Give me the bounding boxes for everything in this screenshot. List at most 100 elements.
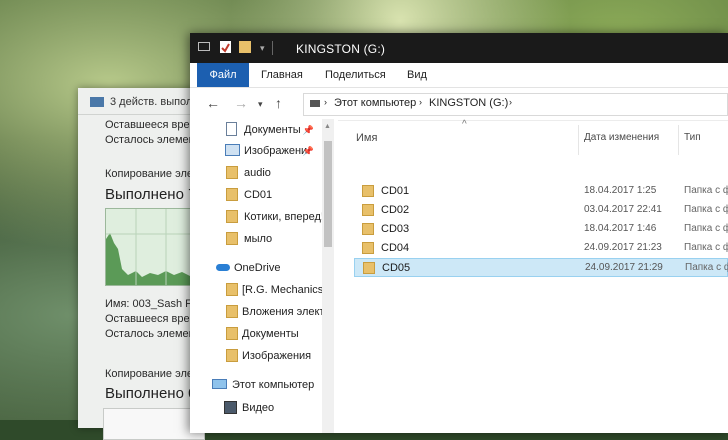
nav-item-label: [R.G. Mechanics (242, 284, 324, 296)
nav-item-label: мыло (244, 233, 273, 245)
folder-icon (226, 166, 238, 179)
nav-item-label: audio (244, 167, 271, 179)
transfer-speed-graph (105, 208, 197, 286)
nav-item-label: Изображени (244, 145, 308, 157)
breadcrumb-drive[interactable]: KINGSTON (G:) (429, 97, 508, 109)
nav-item-label: Документы (244, 124, 301, 136)
file-row-cd04[interactable]: CD04 24.09.2017 21:23 Папка с ф (354, 239, 728, 258)
file-date: 24.09.2017 21:29 (585, 262, 663, 273)
scrollbar-thumb[interactable] (324, 141, 332, 247)
file-name: CD02 (381, 204, 410, 216)
nav-item-onedrive-pictures[interactable]: Изображения (190, 345, 338, 367)
column-date-modified[interactable]: Дата изменения (584, 132, 659, 143)
breadcrumb-separator: › (324, 97, 327, 107)
file-name: CD04 (381, 242, 410, 254)
nav-item-label: Видео (242, 402, 275, 414)
properties-icon[interactable] (220, 41, 231, 53)
nav-item-label: OneDrive (234, 262, 281, 274)
new-folder-icon[interactable] (239, 41, 251, 53)
recent-locations-chevron-icon[interactable]: ▾ (258, 99, 263, 110)
column-separator[interactable] (578, 125, 579, 155)
cloud-icon (216, 264, 230, 271)
sort-ascending-icon: ^ (462, 119, 467, 130)
folder-icon (362, 223, 374, 235)
file-row-cd03[interactable]: CD03 18.04.2017 1:46 Папка с ф (354, 220, 728, 239)
tab-home[interactable]: Главная (261, 63, 303, 87)
file-list-pane: Имя ^ Дата изменения Тип CD01 18.04.2017… (340, 119, 728, 433)
nav-item-label: Изображения (242, 350, 312, 362)
tab-view[interactable]: Вид (407, 63, 427, 87)
drive-icon (310, 100, 320, 107)
computer-icon (212, 379, 227, 389)
folder-icon (226, 305, 238, 318)
folder-icon (226, 210, 238, 223)
nav-item-audio[interactable]: audio (190, 162, 338, 184)
folder-icon (226, 283, 238, 296)
customize-dropdown-icon[interactable]: ▾ (260, 43, 265, 54)
address-toolbar: ← → ▾ ↑ › Этот компьютер › KINGSTON (G:)… (190, 88, 728, 121)
window-icon (198, 42, 210, 51)
file-date: 03.04.2017 22:41 (584, 204, 662, 215)
column-headers: Имя ^ Дата изменения Тип (340, 119, 728, 159)
column-name[interactable]: Имя (356, 132, 377, 144)
nav-item-onedrive[interactable]: OneDrive (190, 257, 338, 279)
copy-section-title-2: Копирование эле (105, 368, 193, 380)
copy-section-title: Копирование эле (105, 168, 193, 180)
pin-icon[interactable]: 📌 (303, 146, 314, 157)
breadcrumb-separator-2: › (419, 97, 422, 107)
address-bar[interactable]: › Этот компьютер › KINGSTON (G:) › (303, 93, 728, 116)
remaining-time-label-2: Оставшееся врем (105, 313, 198, 325)
window-title: KINGSTON (G:) (296, 42, 386, 56)
nav-item-pictures[interactable]: Изображени 📌 (190, 140, 338, 162)
tab-file[interactable]: Файл (197, 63, 249, 87)
nav-item-this-pc[interactable]: Этот компьютер (190, 374, 338, 396)
scroll-up-arrow-icon[interactable]: ▲ (324, 123, 331, 130)
title-bar: ▾ KINGSTON (G:) (190, 33, 728, 63)
video-icon (224, 401, 237, 414)
nav-item-attachments[interactable]: Вложения элект (190, 301, 338, 323)
pin-icon[interactable]: 📌 (303, 125, 314, 136)
file-name-label: Имя: 003_Sash Fe (105, 298, 198, 310)
file-name: CD03 (381, 223, 410, 235)
nav-item-label: Этот компьютер (232, 379, 315, 391)
navigation-scrollbar[interactable]: ▲ (322, 119, 334, 433)
tab-share[interactable]: Поделиться (325, 63, 386, 87)
column-separator[interactable] (678, 125, 679, 155)
nav-item-videos[interactable]: Видео (190, 397, 338, 419)
nav-item-onedrive-documents[interactable]: Документы (190, 323, 338, 345)
file-row-cd05-selected[interactable]: CD05 24.09.2017 21:29 Папка с ф (354, 258, 728, 277)
nav-item-label: Котики, вперед! (244, 211, 324, 223)
breadcrumb-this-pc[interactable]: Этот компьютер (334, 97, 416, 109)
folder-icon (226, 232, 238, 245)
up-arrow-icon[interactable]: ↑ (275, 95, 282, 111)
breadcrumb-separator-3: › (509, 97, 512, 107)
nav-item-kotiki[interactable]: Котики, вперед! (190, 206, 338, 228)
file-row-cd01[interactable]: CD01 18.04.2017 1:25 Папка с ф (354, 182, 728, 201)
file-row-cd02[interactable]: CD02 03.04.2017 22:41 Папка с ф (354, 201, 728, 220)
forward-arrow-icon[interactable]: → (234, 95, 248, 111)
column-type[interactable]: Тип (684, 132, 701, 143)
folder-icon (362, 185, 374, 197)
remaining-items-label: Осталось элемен (105, 134, 195, 146)
back-arrow-icon[interactable]: ← (206, 95, 220, 111)
nav-item-label: CD01 (244, 189, 273, 201)
file-type: Папка с ф (684, 204, 728, 215)
nav-item-label: Документы (242, 328, 299, 340)
file-type: Папка с ф (684, 185, 728, 196)
progress-percent-text-2: Выполнено 0 (105, 385, 197, 402)
progress-percent-text: Выполнено 7 (105, 186, 197, 203)
folder-icon (226, 188, 238, 201)
nav-item-documents[interactable]: Документы 📌 (190, 119, 338, 141)
document-icon (226, 122, 237, 136)
nav-item-cd01[interactable]: CD01 (190, 184, 338, 206)
remaining-time-label: Оставшееся врем (105, 119, 198, 131)
nav-item-rg-mechanics[interactable]: [R.G. Mechanics (190, 279, 338, 301)
ribbon-tabs: Файл Главная Поделиться Вид (190, 63, 728, 88)
nav-item-mylo[interactable]: мыло (190, 228, 338, 250)
remaining-items-label-2: Осталось элемен (105, 328, 195, 340)
folder-icon (362, 242, 374, 254)
folder-icon (226, 327, 238, 340)
file-explorer-window: ▾ KINGSTON (G:) Файл Главная Поделиться … (190, 33, 728, 433)
folder-icon (226, 349, 238, 362)
file-name: CD01 (381, 185, 410, 197)
